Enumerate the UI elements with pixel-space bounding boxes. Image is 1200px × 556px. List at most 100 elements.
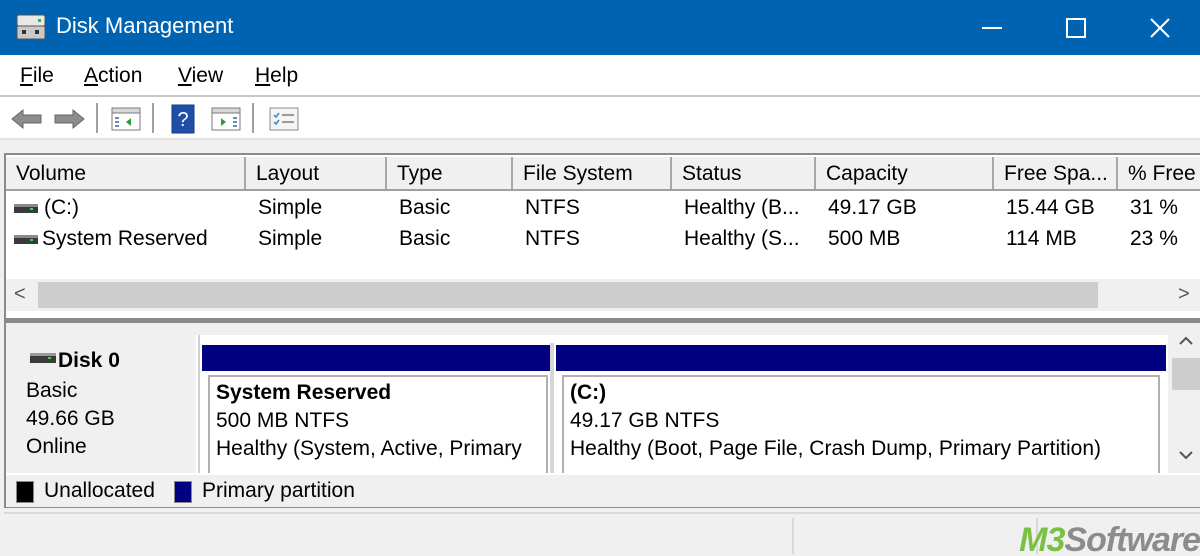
legend: Unallocated Primary partition <box>6 473 1200 507</box>
column-header-type[interactable]: Type <box>387 157 513 189</box>
menu-view-label: iew <box>191 64 224 87</box>
legend-swatch-primary <box>174 481 192 503</box>
volume-list: Volume Layout Type File System Status Ca… <box>4 153 1200 320</box>
disk-0-label[interactable]: Disk 0 Basic 49.66 GB Online <box>10 335 198 473</box>
volume-list-header: Volume Layout Type File System Status Ca… <box>6 157 1200 191</box>
maximize-icon <box>1066 17 1086 38</box>
cell-capacity: 500 MB <box>828 227 901 250</box>
watermark: M3Software <box>1019 521 1200 556</box>
forward-button[interactable] <box>52 105 86 133</box>
column-header-status[interactable]: Status <box>672 157 816 189</box>
disk-drive-icon <box>30 353 56 363</box>
properties-list-icon <box>269 107 299 131</box>
cell-percent-free: 23 % <box>1130 227 1178 250</box>
partition-system-reserved[interactable]: System Reserved 500 MB NTFS Healthy (Sys… <box>200 335 554 473</box>
scroll-down-icon[interactable] <box>1178 450 1194 460</box>
menu-file-accel: F <box>20 64 33 87</box>
legend-label-primary: Primary partition <box>202 479 355 502</box>
disk-management-app-icon <box>16 14 46 40</box>
cell-volume: System Reserved <box>42 227 208 250</box>
watermark-brand: M3 <box>1019 521 1065 556</box>
cell-layout: Simple <box>258 196 323 219</box>
toolbar-separator <box>252 103 254 133</box>
volume-drive-icon <box>14 235 38 244</box>
cell-capacity: 49.17 GB <box>828 196 917 219</box>
legend-swatch-unallocated <box>16 481 34 503</box>
back-arrow-icon <box>11 108 42 130</box>
scroll-up-icon[interactable] <box>1178 336 1194 346</box>
properties-button[interactable] <box>268 105 300 133</box>
partition-size-fs: 49.17 GB NTFS <box>570 409 720 432</box>
menu-help[interactable]: Help <box>255 64 298 88</box>
toolbar-separator <box>96 103 98 133</box>
menu-file-label: ile <box>32 64 54 87</box>
close-button[interactable] <box>1118 0 1200 55</box>
partition-c[interactable]: (C:) 49.17 GB NTFS Healthy (Boot, Page F… <box>554 335 1168 473</box>
scroll-right-icon[interactable]: > <box>1178 283 1190 306</box>
primary-partition-bar <box>556 345 1166 371</box>
primary-partition-bar <box>202 345 554 371</box>
disk-size: 49.66 GB <box>26 407 115 430</box>
partition-info-box: System Reserved 500 MB NTFS Healthy (Sys… <box>208 375 548 473</box>
cell-free-space: 15.44 GB <box>1006 196 1095 219</box>
watermark-text: Software <box>1064 521 1200 556</box>
minimize-icon <box>982 26 1002 29</box>
menu-help-accel: H <box>255 64 271 87</box>
disk-graphical-view: Disk 0 Basic 49.66 GB Online System Rese… <box>4 320 1200 508</box>
close-icon <box>1150 17 1170 38</box>
menu-action-label: ction <box>98 64 143 87</box>
cell-type: Basic <box>399 227 451 250</box>
menu-action[interactable]: Action <box>84 64 142 88</box>
cell-free-space: 114 MB <box>1006 227 1077 250</box>
toolbar: ? <box>0 97 1200 140</box>
partition-name: System Reserved <box>216 381 392 404</box>
disk-type: Basic <box>26 379 78 402</box>
help-button[interactable]: ? <box>170 104 196 134</box>
table-row[interactable]: System Reserved Simple Basic NTFS Health… <box>6 224 1200 255</box>
show-hide-console-tree-button[interactable] <box>110 105 142 133</box>
volume-drive-icon <box>14 204 38 213</box>
column-header-percent-free[interactable]: % Free <box>1118 157 1200 189</box>
cell-file-system: NTFS <box>525 196 580 219</box>
partition-info-box: (C:) 49.17 GB NTFS Healthy (Boot, Page F… <box>562 375 1160 473</box>
cell-layout: Simple <box>258 227 323 250</box>
svg-text:?: ? <box>177 109 188 131</box>
vertical-scrollbar[interactable] <box>1170 326 1200 474</box>
horizontal-scroll-thumb[interactable] <box>38 282 1098 308</box>
maximize-button[interactable] <box>1034 0 1118 55</box>
menu-view-accel: V <box>178 64 192 87</box>
vertical-scroll-thumb[interactable] <box>1172 358 1200 390</box>
show-hide-console-tree-icon <box>111 107 141 131</box>
title-bar: Disk Management <box>0 0 1200 55</box>
window-title: Disk Management <box>56 13 234 38</box>
status-bar: M3Software <box>4 512 1200 556</box>
cell-status: Healthy (B... <box>684 196 800 219</box>
minimize-button[interactable] <box>950 0 1034 55</box>
menu-action-accel: A <box>84 64 99 87</box>
toolbar-separator <box>152 103 154 133</box>
help-icon: ? <box>171 104 195 134</box>
partition-name: (C:) <box>570 381 607 404</box>
cell-type: Basic <box>399 196 451 219</box>
partition-status: Healthy (Boot, Page File, Crash Dump, Pr… <box>570 437 1102 460</box>
column-header-free-space[interactable]: Free Spa... <box>994 157 1118 189</box>
cell-percent-free: 31 % <box>1130 196 1178 219</box>
column-header-file-system[interactable]: File System <box>513 157 672 189</box>
menu-view[interactable]: View <box>178 64 223 88</box>
menu-help-label: elp <box>270 64 299 87</box>
horizontal-scrollbar[interactable]: < > <box>6 279 1200 311</box>
show-hide-action-pane-icon <box>211 107 241 131</box>
legend-label-unallocated: Unallocated <box>44 479 155 502</box>
menu-bar: File Action View Help <box>0 55 1200 97</box>
cell-status: Healthy (S... <box>684 227 800 250</box>
menu-file[interactable]: File <box>20 64 54 88</box>
cell-file-system: NTFS <box>525 227 580 250</box>
forward-arrow-icon <box>54 108 85 130</box>
column-header-layout[interactable]: Layout <box>246 157 387 189</box>
column-header-volume[interactable]: Volume <box>6 157 246 189</box>
table-row[interactable]: (C:) Simple Basic NTFS Healthy (B... 49.… <box>6 193 1200 224</box>
scroll-left-icon[interactable]: < <box>14 283 26 306</box>
column-header-capacity[interactable]: Capacity <box>816 157 994 189</box>
show-hide-action-pane-button[interactable] <box>210 105 242 133</box>
back-button[interactable] <box>10 105 44 133</box>
